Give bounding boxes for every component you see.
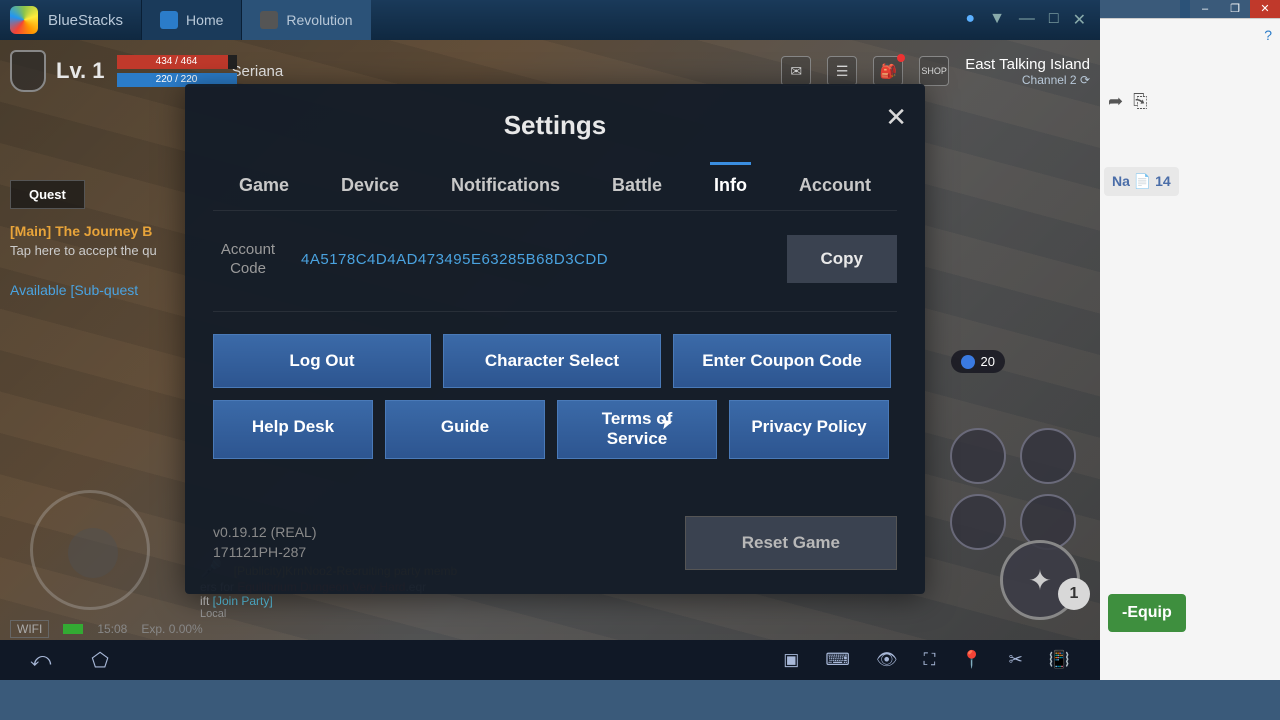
skill-slot-2[interactable] — [1020, 428, 1076, 484]
status-bar: WIFI 15:08 Exp. 0.00% — [10, 620, 203, 638]
tab-battle[interactable]: Battle — [608, 165, 666, 210]
menu-icon[interactable]: ☰ — [827, 56, 857, 86]
character-select-button[interactable]: Character Select — [443, 334, 661, 388]
tab-revolution[interactable]: Revolution — [241, 0, 370, 40]
fullscreen-icon[interactable]: ⛶ — [924, 650, 936, 670]
main-quest-label[interactable]: [Main] The Journey B — [10, 223, 195, 239]
host-window-controls: – ❐ ✕ — [1180, 0, 1280, 18]
character-name: Seriana — [232, 63, 284, 80]
privacy-button[interactable]: Privacy Policy — [729, 400, 889, 459]
quest-panel: Quest [Main] The Journey B Tap here to a… — [10, 180, 195, 298]
minimize-button[interactable]: — — [1019, 10, 1035, 30]
exit-icon[interactable]: ⎘ — [1133, 91, 1147, 112]
count-badge: 1 — [1058, 578, 1090, 610]
resource-pill: Na 📄 14 — [1104, 167, 1179, 196]
info-buttons: Log Out Character Select Enter Coupon Co… — [213, 334, 897, 459]
equip-button[interactable]: -Equip — [1108, 594, 1186, 632]
bluestacks-logo-icon — [10, 6, 38, 34]
battery-icon — [63, 624, 83, 634]
host-minimize-button[interactable]: – — [1190, 0, 1220, 18]
side-panel: ? ➦ ⎘ Na 📄 14 -Equip — [1100, 18, 1280, 680]
tab-game[interactable]: Game — [235, 165, 293, 210]
hp-bar: 434 / 464 — [117, 55, 237, 69]
modal-title: Settings — [213, 110, 897, 141]
guide-button[interactable]: Guide — [385, 400, 545, 459]
shop-icon[interactable]: SHOP — [919, 56, 949, 86]
joystick[interactable] — [30, 490, 150, 610]
help-icon[interactable]: ? — [1264, 27, 1272, 43]
quest-hint: Tap here to accept the qu — [10, 243, 195, 258]
time-label: 15:08 — [97, 622, 127, 636]
log-out-button[interactable]: Log Out — [213, 334, 431, 388]
bluestacks-window: BlueStacks Home Revolution ● ▼ — □ ✕ Lv.… — [0, 0, 1100, 680]
android-nav-bar: ⤺ ⬠ ▣ ⌨ 👁 ⛶ 📍 ✂ 📳 — [0, 640, 1100, 680]
level-label: Lv. 1 — [56, 58, 105, 84]
skill-buttons — [950, 428, 1080, 550]
app-title: BlueStacks — [48, 12, 123, 29]
version-label: v0.19.12 (REAL)171121PH-287 — [213, 523, 317, 562]
keyboard-icon[interactable]: ⌨ — [825, 650, 850, 670]
home-icon — [160, 11, 178, 29]
shake-icon[interactable]: 📳 — [1049, 650, 1070, 670]
forward-icon[interactable]: ➦ — [1108, 91, 1123, 112]
close-button[interactable]: ✕ — [1073, 10, 1086, 30]
window-controls: ● ▼ — □ ✕ — [965, 10, 1100, 30]
help-desk-button[interactable]: Help Desk — [213, 400, 373, 459]
account-code-row: Account Code 4A5178C4D4AD473495E63285B68… — [213, 235, 897, 312]
game-icon — [260, 11, 278, 29]
tab-home[interactable]: Home — [141, 0, 241, 40]
exp-label: Exp. 0.00% — [141, 622, 202, 636]
settings-tabs: Game Device Notifications Battle Info Ac… — [213, 165, 897, 211]
scissors-icon[interactable]: ✂ — [1009, 650, 1023, 670]
coupon-code-button[interactable]: Enter Coupon Code — [673, 334, 891, 388]
tab-account[interactable]: Account — [795, 165, 875, 210]
game-viewport: Lv. 1 434 / 464 220 / 220 Seriana ✉ ☰ 🎒 … — [0, 40, 1100, 640]
overlay-icon[interactable]: ▣ — [783, 650, 799, 670]
tab-notifications[interactable]: Notifications — [447, 165, 564, 210]
host-maximize-button[interactable]: ❐ — [1220, 0, 1250, 18]
sub-quest-label[interactable]: Available [Sub-quest — [10, 282, 195, 298]
chat-channel-label: Local — [200, 608, 600, 620]
copy-button[interactable]: Copy — [787, 235, 898, 283]
tab-info[interactable]: Info — [710, 162, 751, 210]
visibility-icon[interactable]: 👁 — [876, 650, 898, 670]
wifi-label: WIFI — [10, 620, 49, 638]
back-icon[interactable]: ⤺ — [30, 649, 51, 672]
quest-tab[interactable]: Quest — [10, 180, 85, 209]
location-label: East Talking Island Channel 2 ⟳ — [965, 56, 1090, 87]
tab-device[interactable]: Device — [337, 165, 403, 210]
resource-count: 20 — [951, 350, 1005, 373]
skill-slot-1[interactable] — [950, 428, 1006, 484]
chevron-down-icon[interactable]: ▼ — [989, 10, 1005, 30]
terms-button[interactable]: Terms ofService — [557, 400, 717, 459]
home-nav-icon[interactable]: ⬠ — [91, 648, 108, 673]
titlebar: BlueStacks Home Revolution ● ▼ — □ ✕ — [0, 0, 1100, 40]
settings-modal: Settings ✕ Game Device Notifications Bat… — [185, 84, 925, 594]
location-nav-icon[interactable]: 📍 — [961, 650, 982, 670]
shield-icon[interactable] — [10, 50, 46, 92]
bag-icon[interactable]: 🎒 — [873, 56, 903, 86]
host-close-button[interactable]: ✕ — [1250, 0, 1280, 18]
mail-icon[interactable]: ✉ — [781, 56, 811, 86]
skill-slot-3[interactable] — [950, 494, 1006, 550]
reset-game-button[interactable]: Reset Game — [685, 516, 897, 570]
account-code-value: 4A5178C4D4AD473495E63285B68D3CDD — [301, 251, 769, 268]
maximize-button[interactable]: □ — [1049, 10, 1059, 30]
account-code-label: Account Code — [213, 240, 283, 279]
close-icon[interactable]: ✕ — [885, 102, 907, 133]
record-icon[interactable]: ● — [965, 10, 975, 30]
